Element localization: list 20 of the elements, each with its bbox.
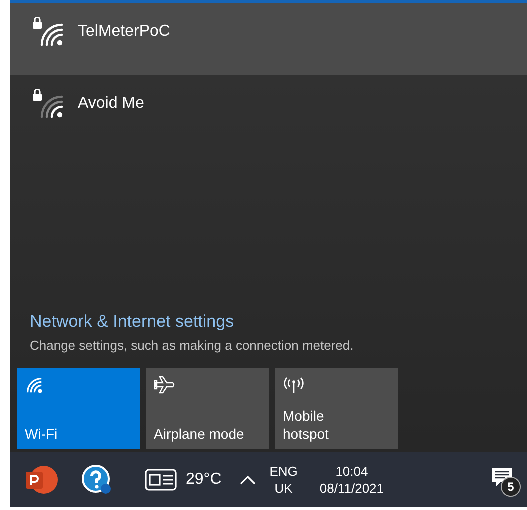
notification-count: 5 <box>501 476 521 496</box>
settings-link[interactable]: Network & Internet settings <box>30 312 234 332</box>
clock[interactable]: 10:04 08/11/2021 <box>320 462 384 496</box>
notifications-button[interactable]: 5 <box>489 464 519 494</box>
weather-temperature[interactable]: 29°C <box>186 470 222 488</box>
news-icon[interactable] <box>144 468 178 492</box>
chevron-up-icon[interactable] <box>240 474 256 484</box>
quick-action-tile[interactable]: Airplane mode <box>146 368 269 449</box>
language-indicator[interactable]: ENG UK <box>270 462 298 496</box>
hotspot-icon <box>283 376 305 394</box>
quick-action-tile[interactable]: Mobile hotspot <box>275 368 398 449</box>
wifi-icon <box>25 376 43 394</box>
settings-description: Change settings, such as making a connection metered. <box>30 338 355 353</box>
quick-action-tile[interactable]: Wi-Fi <box>17 368 140 449</box>
airplane-icon <box>154 376 176 394</box>
network-item[interactable]: Avoid Me <box>10 75 527 127</box>
network-name: Avoid Me <box>78 95 144 113</box>
network-item[interactable]: TelMeterPoC <box>10 3 527 75</box>
network-name: TelMeterPoC <box>78 23 170 41</box>
help-icon[interactable] <box>80 462 114 496</box>
